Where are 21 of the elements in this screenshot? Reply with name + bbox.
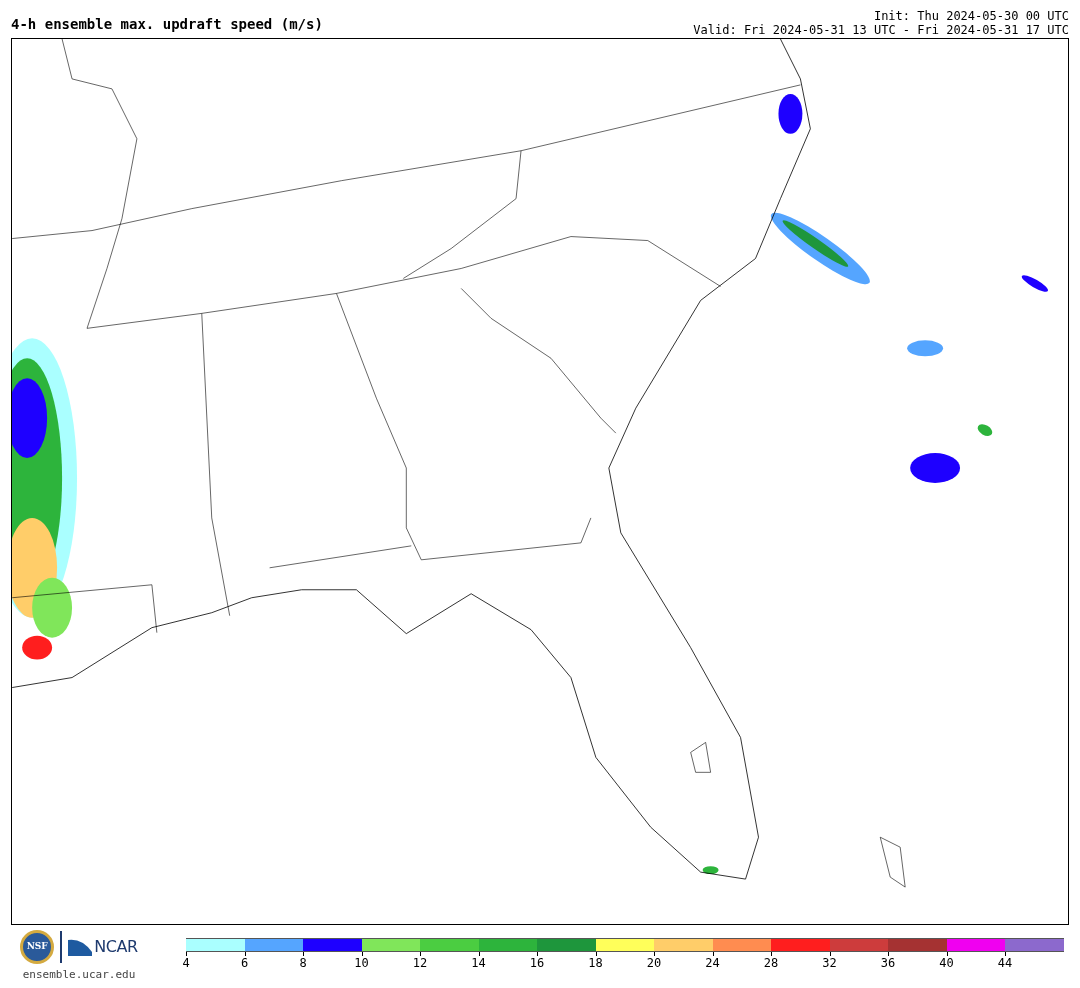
colorbar-label: 6	[240, 957, 249, 969]
ncar-logo: NCAR	[68, 935, 138, 959]
nsf-logo: NSF	[20, 930, 55, 964]
colorbar-label: 28	[763, 957, 779, 969]
colorbar-label: 10	[354, 957, 369, 969]
init-time: Init: Thu 2024-05-30 00 UTC	[873, 9, 1069, 23]
colorbar-label: 8	[299, 957, 307, 969]
colorbar-label: 14	[471, 957, 486, 969]
colorbar-label: 32	[822, 957, 837, 969]
colorbar-label: 16	[529, 957, 545, 969]
colorbar-label: 44	[997, 957, 1013, 969]
colorbar-label: 36	[880, 957, 896, 969]
colorbar-label: 18	[588, 957, 603, 969]
colorbar-label: 40	[939, 957, 954, 969]
colorbar-label: 12	[412, 957, 428, 969]
valid-time: Valid: Fri 2024-05-31 13 UTC - Fri 2024-05-31 17 UTC	[693, 23, 1069, 37]
website-url: ensemble.ucar.edu	[22, 967, 136, 983]
colorbar-label: 24	[705, 957, 720, 969]
colorbar-label: 4	[182, 957, 190, 969]
colorbar-label: 20	[646, 957, 662, 969]
map-title: 4-h ensemble max. updraft speed (m/s)	[11, 17, 323, 31]
